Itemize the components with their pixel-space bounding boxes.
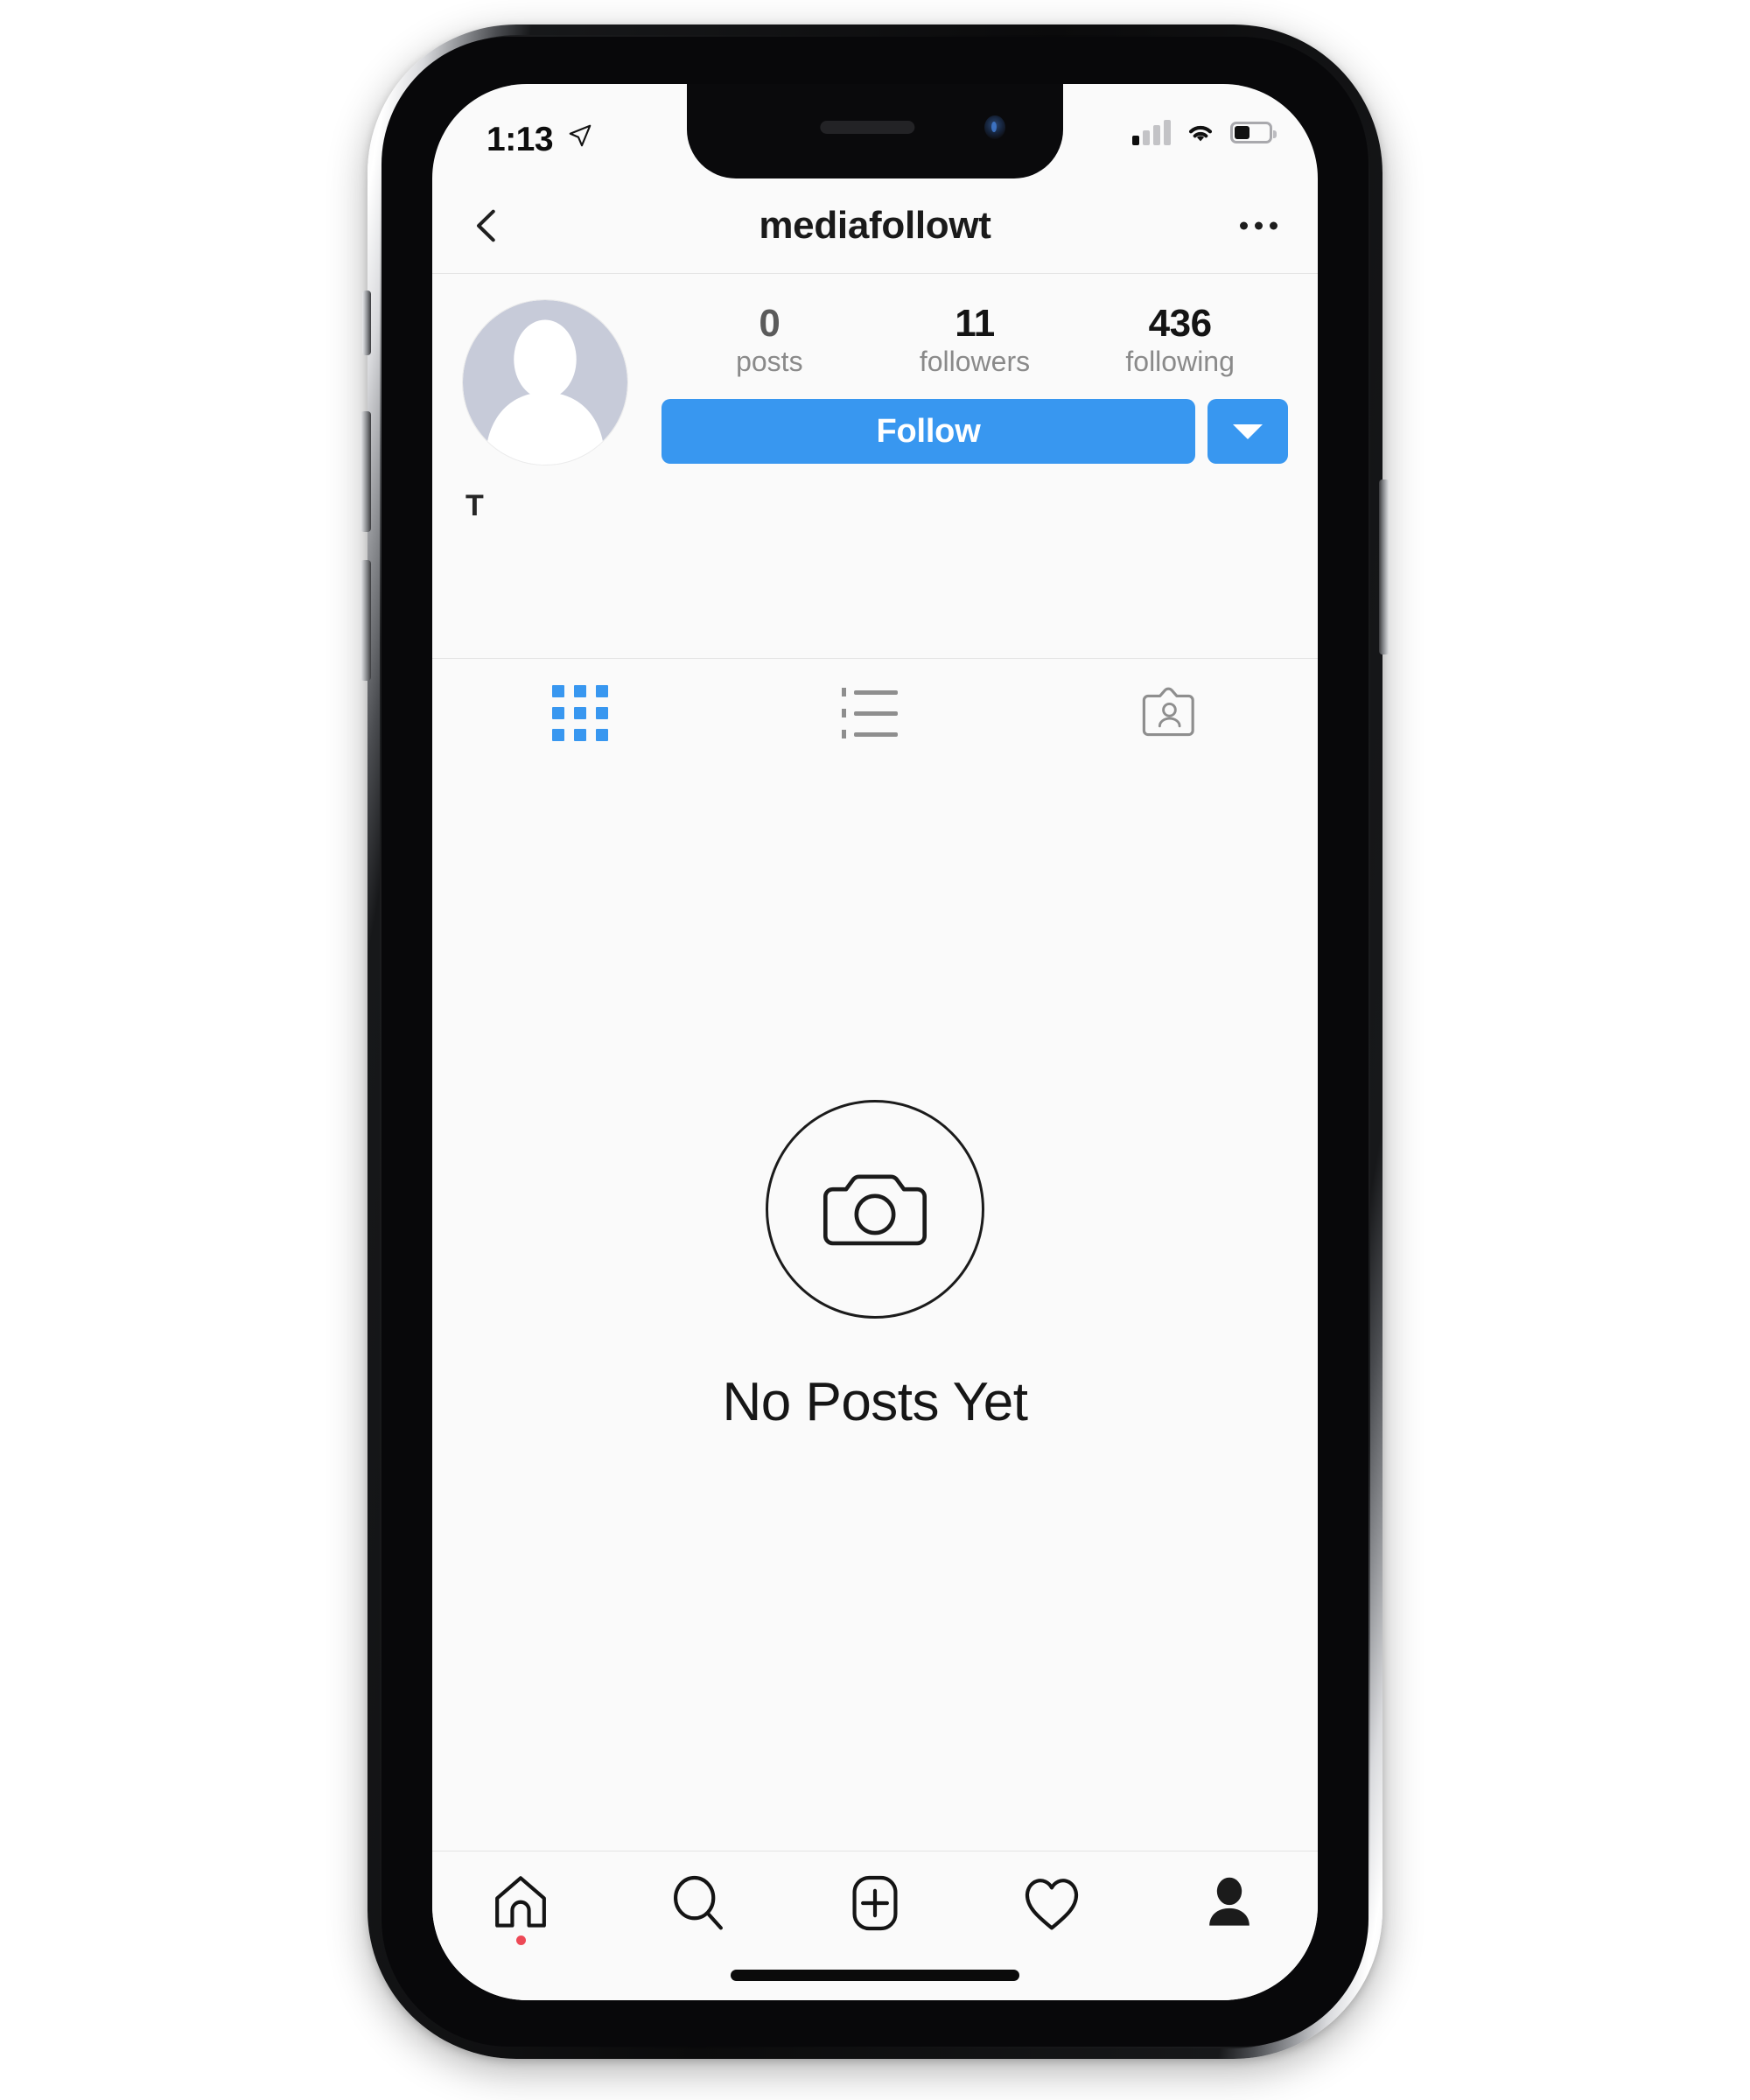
- following-count: 436: [1148, 302, 1212, 345]
- followers-count: 11: [955, 302, 995, 345]
- profile-display-name: T: [466, 489, 484, 522]
- camera-icon: [822, 1173, 928, 1245]
- chevron-down-icon: [1233, 424, 1263, 439]
- posts-label: posts: [736, 345, 803, 377]
- nav-search[interactable]: [609, 1871, 786, 1936]
- nav-profile[interactable]: [1141, 1871, 1318, 1936]
- follow-dropdown-button[interactable]: [1208, 399, 1288, 465]
- phone-screen: 1:13 mediafollowt 0 posts 11 followers 4…: [432, 84, 1318, 2000]
- empty-state-circle: [766, 1099, 984, 1319]
- profile-actions: Follow: [662, 399, 1288, 465]
- profile-details: 0 posts 11 followers 436 following Follo…: [628, 292, 1288, 465]
- silent-switch-button[interactable]: [362, 290, 371, 355]
- earpiece-speaker: [820, 121, 915, 134]
- more-options-icon[interactable]: [1240, 221, 1278, 230]
- stat-followers[interactable]: 11 followers: [914, 304, 1036, 376]
- nav-activity[interactable]: [963, 1871, 1140, 1936]
- follow-button[interactable]: Follow: [662, 399, 1195, 465]
- device-notch: [687, 84, 1063, 178]
- empty-state-text: No Posts Yet: [722, 1371, 1028, 1432]
- wifi-icon: [1188, 125, 1213, 142]
- nav-home[interactable]: [432, 1871, 609, 1945]
- following-label: following: [1125, 345, 1235, 377]
- plus-square-icon: [852, 1875, 898, 1931]
- nav-create[interactable]: [787, 1871, 963, 1936]
- volume-up-button[interactable]: [360, 411, 371, 532]
- search-icon: [673, 1875, 723, 1930]
- profile-header-row: 0 posts 11 followers 436 following Follo…: [432, 273, 1318, 466]
- avatar[interactable]: [462, 299, 628, 466]
- default-avatar-icon: [463, 300, 627, 465]
- tab-tagged[interactable]: [1023, 659, 1318, 767]
- home-notification-badge: [515, 1936, 526, 1945]
- tab-grid[interactable]: [432, 659, 727, 767]
- profile-tabs: [432, 658, 1318, 768]
- screenshot-stage: 1:13 mediafollowt 0 posts 11 followers 4…: [0, 0, 1750, 2100]
- home-icon: [495, 1876, 547, 1928]
- status-bar-time: 1:13: [486, 121, 554, 158]
- location-arrow-icon: [569, 124, 592, 147]
- tab-list[interactable]: [727, 659, 1022, 767]
- followers-label: followers: [919, 345, 1031, 377]
- list-icon: [841, 688, 908, 738]
- grid-icon: [551, 685, 608, 741]
- front-camera: [984, 116, 1005, 139]
- battery-icon: [1230, 121, 1277, 144]
- app-header: mediafollowt: [432, 178, 1318, 274]
- empty-state: No Posts Yet: [432, 766, 1318, 1871]
- tagged-icon: [1143, 687, 1195, 737]
- cellular-signal-icon: [1132, 119, 1171, 145]
- heart-icon: [1026, 1879, 1079, 1930]
- stat-following[interactable]: 436 following: [1119, 304, 1242, 376]
- status-bar-indicators: [1132, 119, 1277, 145]
- page-title: mediafollowt: [759, 204, 991, 247]
- volume-down-button[interactable]: [360, 560, 371, 681]
- profile-section: 0 posts 11 followers 436 following Follo…: [432, 273, 1318, 550]
- stat-posts[interactable]: 0 posts: [708, 304, 830, 376]
- posts-count: 0: [759, 302, 780, 345]
- person-filled-icon: [1209, 1877, 1250, 1926]
- home-indicator[interactable]: [731, 1970, 1019, 1981]
- profile-stats: 0 posts 11 followers 436 following: [662, 299, 1288, 376]
- power-button[interactable]: [1379, 480, 1390, 654]
